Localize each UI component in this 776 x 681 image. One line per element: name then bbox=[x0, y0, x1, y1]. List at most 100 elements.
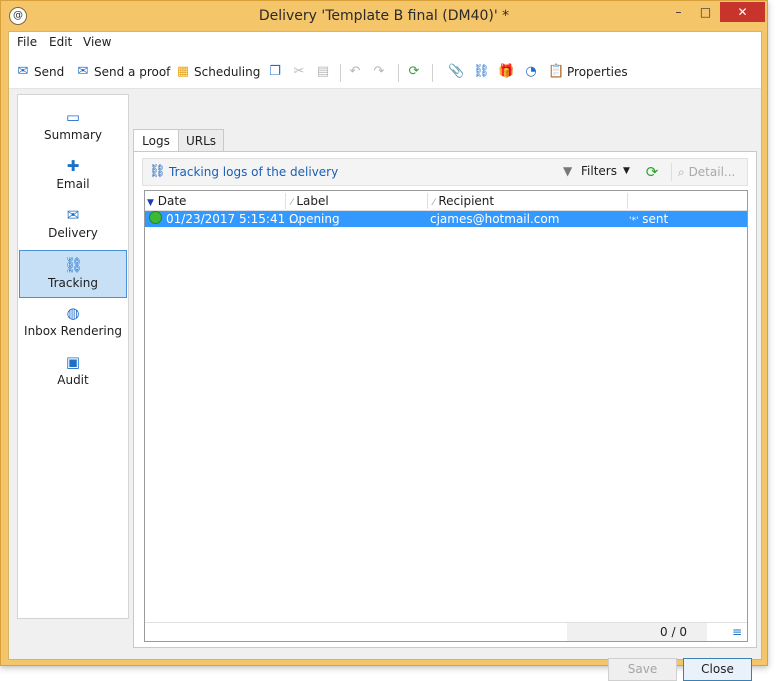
refresh-icon: ⟳ bbox=[408, 64, 420, 79]
title-bar[interactable]: @ Delivery 'Template B final (DM40)' * –… bbox=[1, 1, 767, 31]
paperclip-icon: 📎 bbox=[448, 64, 465, 79]
tracking-link-icon: ⛓ bbox=[149, 164, 166, 179]
list-menu-icon[interactable]: ≡ bbox=[732, 625, 742, 639]
sidebar-item-tracking[interactable]: ⛓ Tracking bbox=[19, 250, 127, 298]
row-status: sent bbox=[642, 212, 669, 226]
sidebar-item-delivery[interactable]: ✉ Delivery bbox=[20, 201, 126, 247]
attachment-button[interactable]: 📎 bbox=[448, 63, 467, 81]
detail-button[interactable]: ⌕ Detail... bbox=[671, 163, 748, 181]
column-sort-icon: ⁄ bbox=[433, 198, 435, 208]
window-content: File Edit View ✉ Send ✉ Send a proof ▦ S… bbox=[8, 31, 762, 681]
column-label-label: Label bbox=[296, 194, 329, 208]
paste-button[interactable]: ▤ bbox=[315, 63, 334, 81]
menu-edit[interactable]: Edit bbox=[49, 35, 72, 49]
grid-header: ▼ Date ⁄ Label ⁄ Recipient bbox=[145, 191, 747, 211]
properties-button[interactable]: 📋 Properties bbox=[548, 63, 628, 81]
row-recipient: cjames@hotmail.com bbox=[430, 212, 560, 226]
redo-icon: ↷ bbox=[373, 64, 385, 79]
sidebar: ▭ Summary ✚ Email ✉ Delivery ⛓ Tracking … bbox=[17, 94, 129, 619]
scheduling-button[interactable]: ▦ Scheduling bbox=[175, 63, 260, 81]
logs-grid: ▼ Date ⁄ Label ⁄ Recipient 01/23/2017 5:… bbox=[144, 190, 748, 642]
menu-view[interactable]: View bbox=[83, 35, 111, 49]
close-window-button[interactable]: ✕ bbox=[720, 2, 765, 22]
email-icon: ✚ bbox=[66, 157, 80, 175]
paste-icon: ▤ bbox=[316, 64, 330, 79]
sidebar-item-label: Inbox Rendering bbox=[24, 324, 122, 338]
delivery-icon: ✉ bbox=[66, 206, 80, 224]
sidebar-item-summary[interactable]: ▭ Summary bbox=[20, 103, 126, 149]
send-proof-label: Send a proof bbox=[94, 65, 171, 79]
column-recipient-label: Recipient bbox=[438, 194, 495, 208]
envelope-icon: ✉ bbox=[17, 64, 29, 79]
analyze-button[interactable]: ◔ bbox=[523, 63, 542, 81]
undo-button[interactable]: ↶ bbox=[347, 63, 366, 81]
globe-icon: ◍ bbox=[66, 304, 80, 322]
column-sort-icon: ⁄ bbox=[291, 198, 293, 208]
menu-bar: File Edit View bbox=[9, 32, 761, 52]
grid-footer: 0 / 0 ≡ bbox=[145, 622, 747, 641]
column-label[interactable]: ⁄ Label bbox=[285, 193, 421, 209]
table-row[interactable]: 01/23/2017 5:15:41 ... Opening cjames@ho… bbox=[145, 211, 747, 227]
maximize-button[interactable]: □ bbox=[693, 2, 718, 22]
logs-toolbar: ⛓ Tracking logs of the delivery ▼ Filter… bbox=[142, 158, 748, 186]
tracking-logs-link[interactable]: ⛓ Tracking logs of the delivery bbox=[149, 164, 338, 180]
scissors-icon: ✂ bbox=[293, 64, 305, 79]
row-status-marker: '*' bbox=[629, 216, 639, 226]
tracking-logs-title: Tracking logs of the delivery bbox=[169, 165, 339, 179]
row-label: Opening bbox=[289, 212, 340, 226]
copy-button[interactable]: ❐ bbox=[267, 63, 286, 81]
row-date: 01/23/2017 5:15:41 ... bbox=[166, 212, 301, 226]
calendar-icon: ▦ bbox=[176, 64, 190, 79]
refresh-icon: ⟳ bbox=[645, 163, 659, 181]
column-recipient[interactable]: ⁄ Recipient bbox=[427, 193, 633, 209]
sidebar-item-label: Delivery bbox=[48, 226, 98, 240]
undo-icon: ↶ bbox=[349, 64, 361, 79]
filters-label: Filters bbox=[581, 164, 617, 178]
toolbar-separator bbox=[432, 64, 433, 82]
tracking-link-button[interactable]: ⛓ bbox=[473, 63, 492, 81]
audit-icon: ▣ bbox=[65, 353, 81, 371]
refresh-logs-button[interactable]: ⟳ bbox=[643, 163, 661, 181]
sidebar-item-audit[interactable]: ▣ Audit bbox=[20, 348, 126, 394]
row-date-cell: 01/23/2017 5:15:41 ... bbox=[149, 211, 301, 227]
toolbar-separator bbox=[340, 64, 341, 82]
sidebar-item-inbox-rendering[interactable]: ◍ Inbox Rendering bbox=[20, 299, 126, 345]
window-title: Delivery 'Template B final (DM40)' * bbox=[258, 8, 510, 24]
link-icon: ⛓ bbox=[473, 64, 490, 79]
refresh-button[interactable]: ⟳ bbox=[406, 63, 425, 81]
minimize-button[interactable]: – bbox=[666, 2, 691, 22]
column-date[interactable]: ▼ Date bbox=[147, 193, 295, 209]
scheduling-label: Scheduling bbox=[194, 65, 261, 79]
summary-icon: ▭ bbox=[65, 108, 81, 126]
row-count: 0 / 0 bbox=[567, 623, 707, 641]
detail-label: Detail... bbox=[688, 165, 736, 179]
envelope-check-icon: ✉ bbox=[77, 64, 89, 79]
send-label: Send bbox=[34, 65, 65, 79]
sort-descending-icon: ▼ bbox=[147, 198, 154, 208]
menu-file[interactable]: File bbox=[17, 35, 37, 49]
filters-dropdown[interactable]: ▼ Filters ▼ bbox=[563, 164, 630, 178]
send-proof-button[interactable]: ✉ Send a proof bbox=[75, 63, 171, 81]
column-status[interactable] bbox=[627, 193, 746, 209]
sidebar-item-email[interactable]: ✚ Email bbox=[20, 152, 126, 198]
copy-icon: ❐ bbox=[269, 64, 281, 79]
sidebar-item-label: Summary bbox=[44, 128, 102, 142]
status-dot-icon bbox=[149, 211, 162, 224]
row-status-cell: '*' sent bbox=[629, 211, 668, 229]
tab-urls[interactable]: URLs bbox=[178, 129, 224, 152]
sidebar-item-label: Tracking bbox=[48, 276, 98, 290]
send-button[interactable]: ✉ Send bbox=[15, 63, 65, 81]
tab-logs[interactable]: Logs bbox=[133, 129, 179, 153]
chevron-down-icon: ▼ bbox=[622, 166, 630, 176]
sidebar-item-label: Audit bbox=[57, 373, 89, 387]
sidebar-item-label: Email bbox=[56, 177, 90, 191]
clipboard-icon: 📋 bbox=[548, 64, 565, 79]
gauge-icon: ◔ bbox=[525, 64, 537, 79]
logs-panel: ⛓ Tracking logs of the delivery ▼ Filter… bbox=[133, 151, 757, 648]
properties-label: Properties bbox=[567, 65, 628, 79]
offer-button[interactable]: 🎁 bbox=[498, 63, 517, 81]
cut-button[interactable]: ✂ bbox=[291, 63, 310, 81]
toolbar-separator bbox=[398, 64, 399, 82]
tracking-icon: ⛓ bbox=[64, 256, 84, 274]
redo-button[interactable]: ↷ bbox=[371, 63, 390, 81]
